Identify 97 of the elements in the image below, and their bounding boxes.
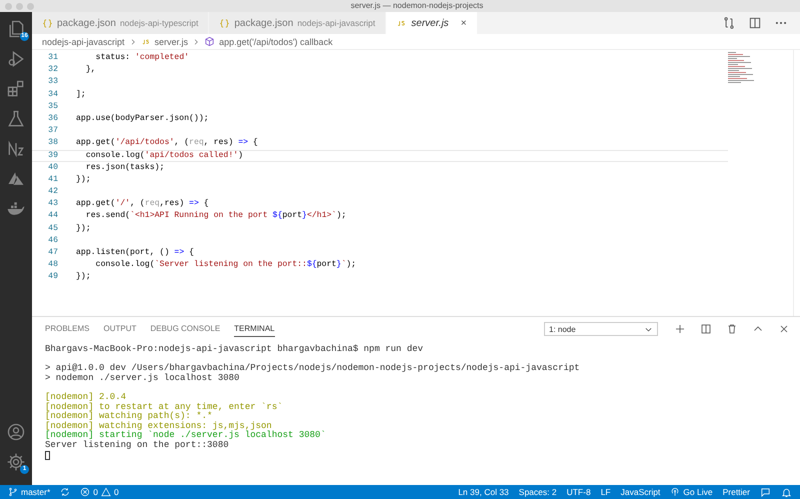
close-icon[interactable] <box>778 323 790 335</box>
line-number: 34 <box>47 88 58 101</box>
code-line: ]; <box>76 88 86 101</box>
panel-tab[interactable]: TERMINAL <box>234 321 275 337</box>
terminal-cursor <box>45 450 50 460</box>
line-number: 46 <box>47 234 58 247</box>
line-number: 38 <box>47 137 58 150</box>
status-item[interactable]: LF <box>600 487 611 497</box>
play-bug-icon[interactable] <box>6 49 26 69</box>
line-number: 32 <box>47 64 58 76</box>
line-number: 44 <box>47 210 58 222</box>
code-line: }); <box>76 222 91 235</box>
chevron-right-icon <box>192 38 200 46</box>
editor-tab[interactable]: package.json nodejs-api-typescript <box>32 12 210 34</box>
editor-tab[interactable]: server.js × <box>386 12 478 34</box>
problems-indicator[interactable]: 0 0 <box>80 487 119 497</box>
terminal-line: Bhargavs-MacBook-Pro:nodejs-api-javascript bhargavbachina$ npm run dev <box>45 345 424 355</box>
code-line: console.log(`Server listening on the port::${port}`); <box>94 259 356 272</box>
line-number: 41 <box>47 174 58 186</box>
breadcrumb-item[interactable]: app.get('/api/todos') callback <box>219 36 333 46</box>
code-line: app.get('/', (req,res) => { <box>76 198 209 210</box>
editor-tab[interactable]: package.json nodejs-api-javascript <box>209 12 386 34</box>
line-number: 31 <box>47 52 58 64</box>
line-number: 43 <box>47 198 58 210</box>
status-item[interactable]: Ln 39, Col 33 <box>458 487 509 497</box>
breadcrumb-item[interactable]: nodejs-api-javascript <box>42 36 125 46</box>
error-icon <box>80 487 90 497</box>
line-number: 47 <box>47 247 58 259</box>
line-number: 35 <box>47 100 58 113</box>
branch-indicator[interactable]: master* <box>8 487 50 497</box>
bell-icon[interactable] <box>781 486 792 498</box>
line-number: 39 <box>47 150 58 161</box>
line-number: 36 <box>47 112 58 125</box>
line-number: 42 <box>47 186 58 198</box>
flask-icon[interactable] <box>6 109 26 129</box>
code-line: app.get('/api/todos', (req, res) => { <box>76 137 258 150</box>
settings-icon[interactable] <box>6 452 26 472</box>
terminal-line: > nodemon ./server.js localhost 3080 <box>45 374 240 384</box>
tab-filename: server.js <box>411 18 449 28</box>
cube-icon <box>204 36 216 47</box>
tab-folder: nodejs-api-javascript <box>297 18 376 28</box>
status-item[interactable]: Prettier <box>722 487 750 497</box>
terminal-line: Server listening on the port::3080 <box>45 440 230 451</box>
terminal-line: [nodemon] starting `node ./server.js localhost 3080` <box>45 431 327 440</box>
code-line: res.json(tasks); <box>84 162 164 174</box>
breadcrumb-item[interactable]: server.js <box>154 36 188 46</box>
line-number: 37 <box>47 125 58 138</box>
code-line: }, <box>84 64 96 76</box>
panel-tab[interactable]: PROBLEMS <box>45 321 90 337</box>
window-title: server.js — nodemon-nodejs-projects <box>350 0 484 12</box>
broadcast-icon <box>670 487 680 497</box>
extensions-icon[interactable] <box>6 79 26 99</box>
line-number: 33 <box>47 76 58 88</box>
braces-icon <box>42 18 53 28</box>
account-icon[interactable] <box>6 422 26 442</box>
error-count: 0 <box>93 487 98 497</box>
add-icon[interactable] <box>674 323 686 335</box>
terminal-line: [nodemon] to restart at any time, enter `rs` <box>45 402 284 412</box>
code-line: res.send(`<h1>API Running on the port ${port}</h1>`); <box>84 210 346 222</box>
n2-logo-icon[interactable] <box>6 139 26 159</box>
sync-icon[interactable] <box>60 487 70 497</box>
trash-icon[interactable] <box>726 323 738 335</box>
branch-icon <box>8 487 18 497</box>
terminal-line: [nodemon] watching extensions: js,mjs,json <box>45 422 272 431</box>
js-icon <box>140 36 151 46</box>
tab-filename: package.json <box>57 18 116 28</box>
terminal-line: [nodemon] watching path(s): *.* <box>45 412 214 422</box>
status-item[interactable]: UTF-8 <box>566 487 591 497</box>
code-line: status: 'completed' <box>94 52 190 64</box>
warning-icon <box>101 487 112 497</box>
status-item[interactable]: Spaces: 2 <box>518 487 557 497</box>
status-item[interactable]: JavaScript <box>620 487 660 497</box>
terminal-dropdown[interactable]: 1: node <box>544 322 658 336</box>
line-number: 40 <box>47 162 58 174</box>
code-line: app.listen(port, () => { <box>76 247 194 259</box>
warning-count: 0 <box>114 487 119 497</box>
tab-folder: nodejs-api-typescript <box>120 18 198 28</box>
split-editor-icon[interactable] <box>700 323 712 335</box>
compare-changes-icon[interactable] <box>722 16 736 30</box>
terminal-line: [nodemon] 2.0.4 <box>45 392 128 402</box>
feedback-icon[interactable] <box>760 486 771 498</box>
braces-icon <box>219 18 230 28</box>
terminal-line: > api@1.0.0 dev /Users/bhargavbachina/Projects/nodejs/nodemon-nodejs-projects/nodejs-api-javascript <box>45 364 581 374</box>
code-line: app.use(bodyParser.json()); <box>76 112 209 125</box>
close-button[interactable]: × <box>460 18 467 28</box>
panel-tab[interactable]: OUTPUT <box>103 321 136 337</box>
code-line: }); <box>76 271 91 284</box>
line-number: 49 <box>47 271 58 284</box>
tab-filename: package.json <box>234 18 294 28</box>
split-editor-icon[interactable] <box>748 16 762 30</box>
line-number: 45 <box>47 222 58 235</box>
minimap-drawing <box>728 52 755 83</box>
go-live-button[interactable]: Go Live <box>670 487 713 497</box>
panel-tab[interactable]: DEBUG CONSOLE <box>150 321 220 337</box>
line-number: 48 <box>47 259 58 272</box>
code-line: console.log('api/todos called!') <box>84 150 244 161</box>
code-line: }); <box>76 174 91 186</box>
